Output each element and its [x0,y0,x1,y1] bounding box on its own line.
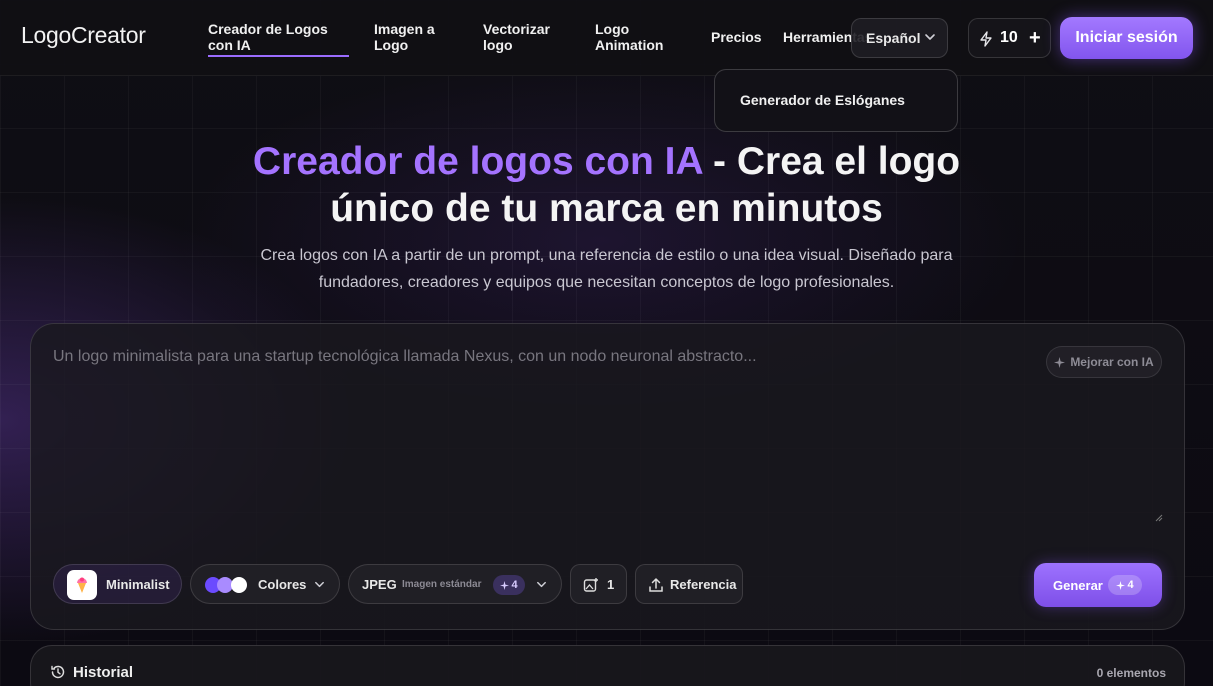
history-count: 0 elementos [1096,666,1166,680]
nav-item-image-to-logo[interactable]: Imagen a Logo [374,21,444,53]
hero-title-accent: Creador de logos con IA [252,140,703,183]
history-panel: Historial 0 elementos [30,645,1185,686]
format-quality-selector[interactable]: JPEG Imagen estándar 4 [348,564,562,604]
history-clock-icon [50,664,66,680]
colors-label: Colores [258,577,307,592]
prompt-textarea[interactable]: Un logo minimalista para una startup tec… [53,348,757,366]
hero-title-part-2: único de tu marca en minutos [330,187,883,230]
history-title: Historial [73,664,134,681]
login-button[interactable]: Iniciar sesión [1060,17,1193,59]
style-thumbnail-icon [67,570,97,600]
hero-title-part-1: - Crea el logo [702,140,961,183]
generate-cost: 4 [1127,579,1134,591]
lightning-icon [979,31,993,47]
style-selector[interactable]: Minimalist [53,564,182,604]
quality-cost: 4 [511,579,518,591]
tools-dropdown-menu: Generador de Eslóganes [714,69,958,132]
hero-subtitle-line-2: fundadores, creadores y equipos que nece… [318,274,895,291]
reference-label: Referencia [670,577,737,592]
hero-subtitle-line-1: Crea logos con IA a partir de un prompt,… [260,247,953,264]
chevron-down-icon [313,578,326,591]
nav-item-ai-logo-creator[interactable]: Creador de Logos con IA [208,21,356,53]
add-credits-icon[interactable]: + [1029,27,1041,50]
reference-upload-button[interactable]: Referencia [635,564,743,604]
credits-count: 10 [1000,29,1018,46]
nav-active-indicator [208,55,349,57]
credits-counter[interactable]: 10 + [968,18,1051,58]
quality-label: Imagen estándar [402,579,482,590]
language-select[interactable]: Español [851,18,948,58]
top-navigation-bar: LogoCreator Creador de Logos con IA Imag… [0,0,1213,76]
language-label: Español [866,30,921,46]
generate-button[interactable]: Generar 4 [1034,563,1162,607]
nav-item-logo-animation[interactable]: Logo Animation [595,21,675,53]
resize-handle-icon[interactable] [1155,514,1163,522]
upload-icon [648,577,664,593]
hero-subtitle: Crea logos con IA a partir de un prompt,… [0,242,1213,296]
improve-label: Mejorar con IA [1070,355,1154,369]
generate-cost-badge: 4 [1108,575,1142,595]
chevron-down-icon [535,578,548,591]
image-count: 1 [607,577,615,592]
hero-title: Creador de logos con IA - Crea el logo ú… [0,138,1213,232]
improve-with-ai-button[interactable]: Mejorar con IA [1046,346,1162,378]
image-count-selector[interactable]: 1 [570,564,627,604]
style-label: Minimalist [106,577,170,592]
image-plus-icon [583,577,599,593]
nav-item-pricing[interactable]: Precios [711,29,762,45]
colors-selector[interactable]: Colores [190,564,340,604]
dropdown-item-slogan-generator[interactable]: Generador de Eslóganes [740,92,905,108]
brand-logo[interactable]: LogoCreator [21,22,146,49]
generate-label: Generar [1053,578,1103,593]
nav-item-vectorize-logo[interactable]: Vectorizar logo [483,21,563,53]
chevron-down-icon [923,30,937,44]
color-swatch [231,577,247,593]
quality-cost-badge: 4 [493,575,525,595]
sparkle-icon [1054,356,1066,368]
format-label: JPEG [362,577,397,592]
